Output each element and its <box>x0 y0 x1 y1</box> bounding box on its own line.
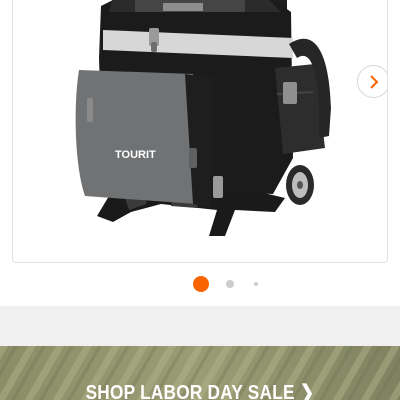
chevron-right-icon <box>369 74 378 89</box>
brand-logo: TOURIT <box>115 149 156 161</box>
product-image-card[interactable]: TOURIT <box>12 0 388 263</box>
carousel-dot-3[interactable] <box>254 282 258 286</box>
promo-label: SHOP LABOR DAY SALE ❯ <box>28 380 372 400</box>
product-image: TOURIT <box>75 0 331 236</box>
chevron-right-icon: ❯ <box>299 382 315 400</box>
promo-label-text: SHOP LABOR DAY SALE <box>85 382 295 400</box>
labor-day-sale-banner[interactable]: SHOP LABOR DAY SALE ❯ <box>0 346 400 400</box>
next-image-button[interactable] <box>357 65 387 98</box>
carousel-dot-1[interactable] <box>193 276 209 292</box>
carousel-pagination <box>0 276 400 292</box>
carousel-dot-2[interactable] <box>226 280 234 288</box>
section-divider <box>0 306 400 346</box>
